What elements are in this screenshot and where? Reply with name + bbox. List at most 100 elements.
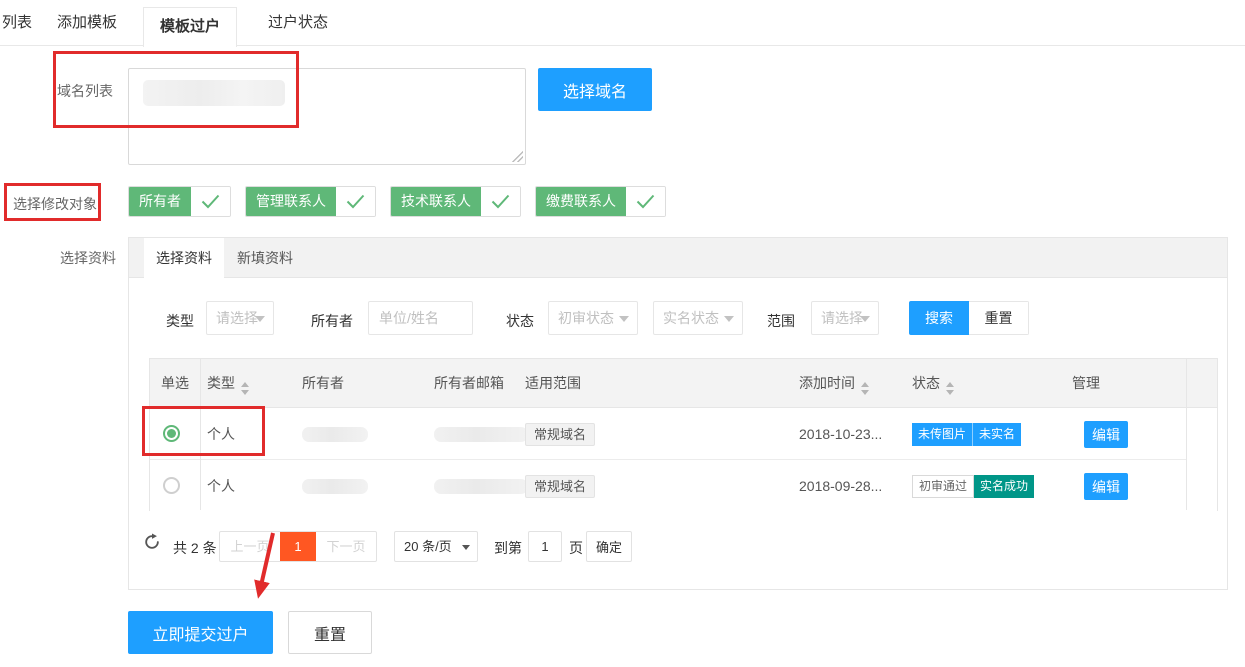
material-panel-tabbar: 新填资料: [129, 238, 1227, 278]
sort-icon[interactable]: [861, 382, 869, 395]
column-header-manage: 管理: [1072, 359, 1100, 408]
chevron-down-icon: [860, 316, 870, 322]
column-divider: [1186, 359, 1187, 510]
filter-review-status-select[interactable]: 初审状态: [548, 301, 638, 335]
search-button[interactable]: 搜索: [909, 301, 969, 335]
column-header-scope: 适用范围: [525, 359, 581, 408]
column-header-status: 状态: [912, 359, 954, 408]
tab-template-list[interactable]: 列表: [2, 0, 32, 46]
sort-icon[interactable]: [946, 382, 954, 395]
scope-tag: 常规域名: [525, 475, 595, 498]
pagination-total: 共 2 条: [173, 538, 217, 558]
pager: 上一页 1 下一页: [219, 531, 377, 562]
filter-reset-button[interactable]: 重置: [969, 301, 1029, 335]
prev-page-button[interactable]: 上一页: [220, 532, 280, 561]
scope-tag: 常规域名: [525, 423, 595, 446]
status-badge: 未传图片: [912, 423, 972, 446]
chevron-down-icon: [619, 316, 629, 322]
column-header-added-time-label: 添加时间: [799, 375, 855, 391]
goto-page-input[interactable]: [528, 531, 562, 562]
material-panel: 新填资料 选择资料 类型 请选择 所有者 状态 初审状态 实名状态 范围 请选择…: [128, 237, 1228, 590]
check-icon: [336, 187, 375, 216]
redacted-email: [434, 479, 528, 494]
filter-owner-label: 所有者: [311, 311, 353, 331]
filter-scope-select-value: 请选择: [821, 310, 863, 326]
column-header-type: 类型: [207, 359, 249, 408]
redacted-domain-value: [143, 80, 285, 106]
toggle-billing-contact-label: 缴费联系人: [536, 187, 626, 216]
column-header-radio: 单选: [150, 359, 200, 408]
tab-template-transfer-active[interactable]: 模板过户: [143, 7, 237, 47]
status-badge: 未实名: [972, 423, 1021, 446]
search-button-group: 搜索 重置: [909, 301, 1029, 335]
toggle-billing-contact[interactable]: 缴费联系人: [535, 186, 666, 217]
cell-type: 个人: [207, 408, 235, 460]
submit-transfer-button[interactable]: 立即提交过户: [128, 611, 273, 654]
column-divider: [200, 359, 201, 510]
filter-status-label: 状态: [506, 311, 534, 331]
table-row: 个人 常规域名 2018-10-23... 未传图片 未实名 编辑: [150, 408, 1217, 460]
filter-realname-status-value: 实名状态: [663, 310, 719, 326]
column-header-added-time: 添加时间: [799, 359, 869, 408]
next-page-button[interactable]: 下一页: [316, 532, 376, 561]
filter-owner-input[interactable]: [368, 301, 473, 335]
toggle-tech-contact[interactable]: 技术联系人: [390, 186, 521, 217]
resize-handle-icon[interactable]: [512, 151, 523, 162]
material-table: 单选 类型 所有者 所有者邮箱 适用范围 添加时间 状态 管理 个人: [149, 358, 1218, 511]
cell-type: 个人: [207, 460, 235, 512]
redacted-email: [434, 427, 528, 442]
filter-scope-select[interactable]: 请选择: [811, 301, 879, 335]
modify-target-label: 选择修改对象: [13, 194, 97, 214]
cell-added-time: 2018-09-28...: [799, 460, 882, 512]
radio-selected[interactable]: [163, 425, 180, 442]
filter-type-select[interactable]: 请选择: [206, 301, 274, 335]
redacted-owner: [302, 479, 368, 494]
edit-button[interactable]: 编辑: [1084, 421, 1128, 448]
tab-transfer-status[interactable]: 过户状态: [268, 0, 328, 46]
status-badges: 初审通过 实名成功: [912, 475, 1034, 498]
goto-page-suffix: 页: [569, 538, 583, 558]
column-header-owner: 所有者: [302, 359, 344, 408]
status-badges: 未传图片 未实名: [912, 423, 1021, 446]
filter-realname-status-select[interactable]: 实名状态: [653, 301, 743, 335]
table-header: 单选 类型 所有者 所有者邮箱 适用范围 添加时间 状态 管理: [150, 359, 1217, 408]
refresh-icon[interactable]: [143, 533, 161, 551]
form-reset-button[interactable]: 重置: [288, 611, 372, 654]
current-page-button[interactable]: 1: [280, 532, 316, 561]
toggle-tech-contact-label: 技术联系人: [391, 187, 481, 216]
chevron-down-icon: [462, 545, 470, 550]
goto-page-prefix: 到第: [494, 538, 522, 558]
table-row: 个人 常规域名 2018-09-28... 初审通过 实名成功 编辑: [150, 460, 1217, 512]
domain-list-label: 域名列表: [57, 81, 113, 101]
material-section-label: 选择资料: [60, 248, 116, 268]
edit-button[interactable]: 编辑: [1084, 473, 1128, 500]
chevron-down-icon: [255, 316, 265, 322]
template-transfer-page: 列表 添加模板 过户状态 模板过户 域名列表 选择域名 选择修改对象 所有者 管…: [0, 0, 1245, 667]
toggle-owner-label: 所有者: [129, 187, 191, 216]
filter-type-select-value: 请选择: [216, 310, 258, 326]
goto-confirm-button[interactable]: 确定: [586, 531, 632, 562]
check-icon: [626, 187, 665, 216]
column-header-status-label: 状态: [912, 375, 940, 391]
column-header-type-label: 类型: [207, 375, 235, 391]
check-icon: [191, 187, 230, 216]
filter-scope-label: 范围: [767, 311, 795, 331]
select-domain-button[interactable]: 选择域名: [538, 68, 652, 111]
page-size-value: 20 条/页: [404, 539, 452, 554]
tab-add-template[interactable]: 添加模板: [57, 0, 117, 46]
domain-list-textarea[interactable]: [128, 68, 526, 165]
tab-new-material[interactable]: 新填资料: [224, 238, 306, 278]
contact-target-toggles: 所有者 管理联系人 技术联系人 缴费联系人: [128, 186, 666, 217]
page-size-select[interactable]: 20 条/页: [394, 531, 478, 562]
toggle-owner[interactable]: 所有者: [128, 186, 231, 217]
filter-type-label: 类型: [166, 311, 194, 331]
tab-select-material-active[interactable]: 选择资料: [144, 238, 224, 279]
sort-icon[interactable]: [241, 382, 249, 395]
toggle-admin-contact[interactable]: 管理联系人: [245, 186, 376, 217]
radio-unselected[interactable]: [163, 477, 180, 494]
status-badge: 实名成功: [974, 475, 1034, 498]
toggle-admin-contact-label: 管理联系人: [246, 187, 336, 216]
check-icon: [481, 187, 520, 216]
redacted-owner: [302, 427, 368, 442]
column-header-owner-email: 所有者邮箱: [434, 359, 504, 408]
